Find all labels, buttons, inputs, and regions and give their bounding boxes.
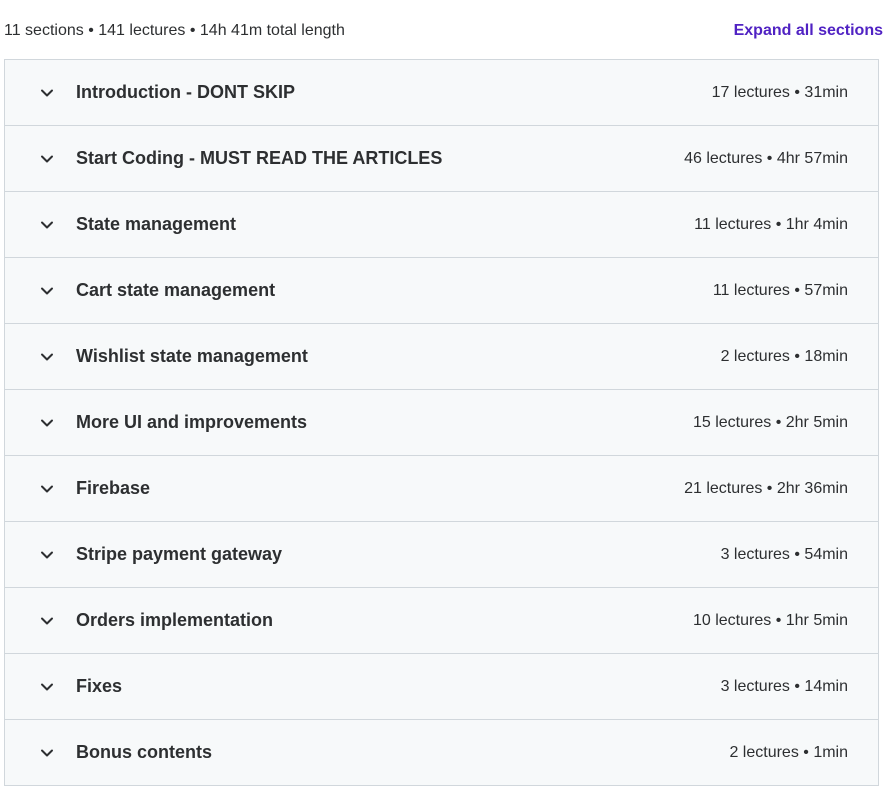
section-row[interactable]: Firebase 21 lectures • 2hr 36min — [5, 456, 878, 522]
section-meta: 3 lectures • 14min — [720, 677, 848, 695]
section-title: Stripe payment gateway — [76, 544, 283, 564]
section-row[interactable]: Cart state management 11 lectures • 57mi… — [5, 258, 878, 324]
section-meta: 10 lectures • 1hr 5min — [692, 611, 848, 629]
section-meta: 17 lectures • 31min — [711, 83, 848, 101]
section-title: State management — [76, 214, 237, 234]
section-row[interactable]: Fixes 3 lectures • 14min — [5, 654, 878, 720]
section-meta: 2 lectures • 1min — [729, 743, 848, 761]
section-meta: 11 lectures • 1hr 4min — [694, 215, 848, 233]
chevron-down-icon — [39, 283, 55, 299]
section-row[interactable]: More UI and improvements 15 lectures • 2… — [5, 390, 878, 456]
chevron-down-icon — [39, 349, 55, 365]
section-title: Wishlist state management — [76, 346, 308, 366]
section-title: Cart state management — [76, 280, 276, 300]
course-summary: 11 sections • 141 lectures • 14h 41m tot… — [4, 21, 345, 39]
chevron-down-icon — [39, 679, 55, 695]
chevron-down-icon — [39, 745, 55, 761]
chevron-down-icon — [39, 547, 55, 563]
section-title: Fixes — [76, 676, 123, 696]
sections-list: Introduction - DONT SKIP 17 lectures • 3… — [4, 59, 879, 786]
section-title: Bonus contents — [76, 742, 213, 762]
chevron-down-icon — [39, 85, 55, 101]
section-row[interactable]: Bonus contents 2 lectures • 1min — [5, 720, 878, 786]
section-row[interactable]: Orders implementation 10 lectures • 1hr … — [5, 588, 878, 654]
expand-all-sections-button[interactable]: Expand all sections — [734, 22, 883, 40]
section-meta: 3 lectures • 54min — [720, 545, 848, 563]
section-row[interactable]: Start Coding - MUST READ THE ARTICLES 46… — [5, 126, 878, 192]
section-title: Introduction - DONT SKIP — [76, 82, 295, 102]
section-title: Firebase — [76, 478, 151, 498]
section-meta: 15 lectures • 2hr 5min — [692, 413, 848, 431]
section-meta: 46 lectures • 4hr 57min — [684, 149, 848, 167]
section-meta: 2 lectures • 18min — [720, 347, 848, 365]
chevron-down-icon — [39, 217, 55, 233]
course-content-panel: 11 sections • 141 lectures • 14h 41m tot… — [0, 0, 883, 791]
section-meta: 11 lectures • 57min — [712, 281, 848, 299]
section-row[interactable]: Stripe payment gateway 3 lectures • 54mi… — [5, 522, 878, 588]
chevron-down-icon — [39, 613, 55, 629]
section-row[interactable]: Introduction - DONT SKIP 17 lectures • 3… — [5, 60, 878, 126]
section-meta: 21 lectures • 2hr 36min — [684, 479, 848, 497]
chevron-down-icon — [39, 415, 55, 431]
section-title: Orders implementation — [76, 610, 274, 630]
chevron-down-icon — [39, 151, 55, 167]
section-row[interactable]: Wishlist state management 2 lectures • 1… — [5, 324, 878, 390]
section-row[interactable]: State management 11 lectures • 1hr 4min — [5, 192, 878, 258]
chevron-down-icon — [39, 481, 55, 497]
section-title: Start Coding - MUST READ THE ARTICLES — [76, 148, 443, 168]
course-content-header: 11 sections • 141 lectures • 14h 41m tot… — [4, 0, 883, 59]
section-title: More UI and improvements — [76, 412, 308, 432]
